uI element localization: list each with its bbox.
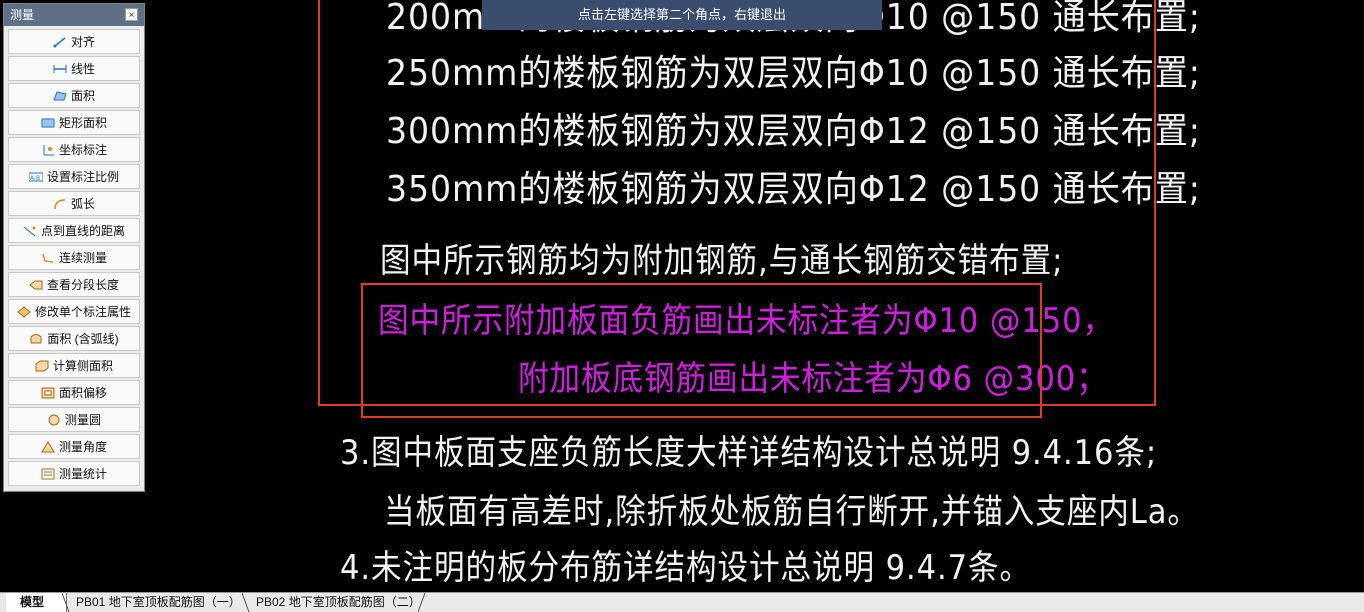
tool-label: 弧长	[70, 197, 95, 211]
rect-area-icon	[41, 117, 55, 129]
area-offset-icon	[41, 387, 55, 399]
tool-label: 计算侧面积	[52, 359, 113, 373]
tool-label: 面积偏移	[58, 386, 107, 400]
tool-label: 测量角度	[58, 440, 107, 454]
area-icon	[53, 90, 67, 102]
edit-dim-icon	[17, 305, 31, 318]
angle-icon	[41, 440, 55, 453]
measure-panel: 测量 × 对齐 线性 面积 矩形面积 坐标标注 A:B 设置标注比例 弧长 点到直…	[3, 3, 145, 492]
tool-side-area-button[interactable]: 计算侧面积	[8, 353, 140, 378]
side-area-icon	[35, 360, 49, 372]
measure-panel-header[interactable]: 测量 ×	[4, 4, 144, 26]
tool-statistics-button[interactable]: 测量统计	[8, 461, 140, 486]
tool-area-button[interactable]: 面积	[8, 83, 140, 108]
measure-tool-list: 对齐 线性 面积 矩形面积 坐标标注 A:B 设置标注比例 弧长 点到直线的距离 …	[8, 29, 140, 488]
tool-label: 坐标标注	[58, 143, 107, 157]
tab-model[interactable]: 模型	[6, 593, 67, 612]
svg-text:A:B: A:B	[30, 175, 40, 182]
tool-label: 查看分段长度	[46, 278, 119, 292]
layout-tab-bar: 模型 PB01 地下室顶板配筋图（一） PB02 地下室顶板配筋图（二）	[0, 592, 1364, 612]
tool-rect-area-button[interactable]: 矩形面积	[8, 110, 140, 135]
tool-label: 面积 (含弧线)	[47, 332, 119, 346]
tool-point-line-button[interactable]: 点到直线的距离	[8, 218, 140, 243]
measure-panel-title: 测量	[10, 8, 35, 22]
tool-edit-dim-button[interactable]: 修改单个标注属性	[8, 299, 140, 324]
tool-align-button[interactable]: 对齐	[8, 29, 140, 54]
linear-icon	[53, 63, 67, 75]
coordinate-icon	[41, 144, 55, 156]
tool-label: 连续测量	[58, 251, 107, 265]
tool-coordinate-button[interactable]: 坐标标注	[8, 137, 140, 162]
continuous-measure-icon	[41, 252, 55, 264]
align-icon	[53, 36, 67, 48]
tool-label: 面积	[70, 89, 95, 103]
close-icon[interactable]: ×	[125, 8, 138, 21]
tool-label: 矩形面积	[58, 116, 107, 130]
tab-pb01[interactable]: PB01 地下室顶板配筋图（一）	[70, 593, 247, 612]
tab-separator	[242, 593, 250, 612]
tool-circle-button[interactable]: 测量圆	[8, 407, 140, 432]
tool-label: 设置标注比例	[46, 170, 119, 184]
tool-label: 测量统计	[58, 467, 107, 481]
tool-label: 线性	[70, 62, 95, 76]
tool-linear-button[interactable]: 线性	[8, 56, 140, 81]
point-line-icon	[23, 225, 37, 237]
arc-area-icon	[29, 333, 43, 345]
segment-length-icon	[29, 279, 43, 291]
tool-scale-button[interactable]: A:B 设置标注比例	[8, 164, 140, 189]
scale-icon: A:B	[28, 171, 43, 183]
tool-label: 修改单个标注属性	[34, 305, 131, 319]
circle-icon	[47, 414, 61, 426]
tool-continuous-measure-button[interactable]: 连续测量	[8, 245, 140, 270]
tab-separator	[62, 593, 70, 612]
tool-arc-area-button[interactable]: 面积 (含弧线)	[8, 326, 140, 351]
statistics-icon	[41, 468, 55, 480]
tool-label: 测量圆	[64, 413, 101, 427]
command-tooltip: 点击左键选择第二个角点，右键退出	[482, 0, 882, 30]
tool-arc-length-button[interactable]: 弧长	[8, 191, 140, 216]
tool-label: 对齐	[70, 35, 95, 49]
tool-label: 点到直线的距离	[40, 224, 125, 238]
canvas-note-3b: 当板面有高差时,除折板处板筋自行断开,并锚入支座内La。	[384, 492, 1199, 532]
tool-segment-length-button[interactable]: 查看分段长度	[8, 272, 140, 297]
tool-angle-button[interactable]: 测量角度	[8, 434, 140, 459]
selection-box-inner	[361, 283, 1042, 418]
canvas-note-3: 3.图中板面支座负筋长度大样详结构设计总说明 9.4.16条;	[340, 433, 1158, 473]
canvas-note-4: 4.未注明的板分布筋详结构设计总说明 9.4.7条。	[340, 548, 1031, 588]
tool-area-offset-button[interactable]: 面积偏移	[8, 380, 140, 405]
arc-length-icon	[53, 198, 67, 210]
tab-separator	[418, 593, 426, 612]
tab-pb02[interactable]: PB02 地下室顶板配筋图（二）	[250, 593, 427, 612]
